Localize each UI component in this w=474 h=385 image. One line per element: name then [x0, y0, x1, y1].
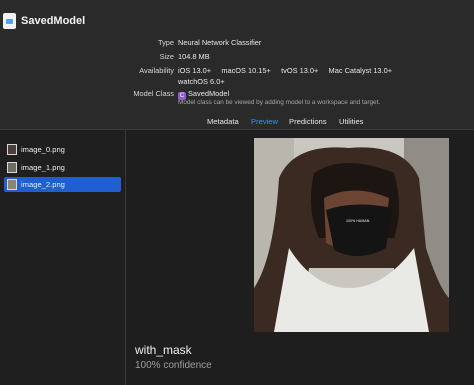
detail-row-size: Size 104.8 MB — [0, 51, 474, 63]
image-thumbnail-icon — [7, 179, 17, 190]
detail-row-availability-2: watchOS 6.0+ — [0, 76, 474, 88]
window-title: SavedModel — [21, 15, 86, 27]
detail-row-type: Type Neural Network Classifier — [0, 37, 474, 49]
mask-print: 100% HUMAN — [346, 219, 370, 223]
file-label: image_2.png — [21, 180, 65, 189]
file-item-image-2[interactable]: image_2.png — [4, 177, 121, 192]
file-list: image_0.png image_1.png image_2.png — [0, 130, 126, 385]
prediction-label: with_mask — [135, 343, 192, 357]
file-label: image_0.png — [21, 145, 65, 154]
prediction-confidence: 100% confidence — [135, 360, 212, 371]
size-value: 104.8 MB — [178, 52, 210, 61]
tab-bar: Metadata Preview Predictions Utilities — [0, 114, 474, 130]
image-thumbnail-icon — [7, 144, 17, 155]
type-value: Neural Network Classifier — [178, 38, 262, 47]
tab-preview[interactable]: Preview — [251, 117, 278, 126]
tab-predictions[interactable]: Predictions — [289, 117, 327, 126]
title-bar: SavedModel — [0, 0, 474, 40]
model-class-note: Model class can be viewed by adding mode… — [178, 99, 381, 106]
preview-image: 100% HUMAN — [254, 138, 449, 332]
tab-utilities[interactable]: Utilities — [339, 117, 363, 126]
file-label: image_1.png — [21, 163, 65, 172]
tab-metadata[interactable]: Metadata — [207, 117, 239, 126]
document-icon — [3, 13, 16, 29]
preview-pane: 100% HUMAN with_mask 100% confidence — [126, 130, 474, 385]
size-label: Size — [159, 52, 174, 61]
image-thumbnail-icon — [7, 162, 17, 173]
availability-value-2: watchOS 6.0+ — [178, 77, 225, 86]
model-details: Type Neural Network Classifier Size 104.… — [0, 37, 474, 114]
detail-row-model-class-note: Model class can be viewed by adding mode… — [0, 97, 474, 109]
file-item-image-0[interactable]: image_0.png — [4, 142, 121, 157]
file-item-image-1[interactable]: image_1.png — [4, 160, 121, 175]
type-label: Type — [157, 38, 174, 47]
